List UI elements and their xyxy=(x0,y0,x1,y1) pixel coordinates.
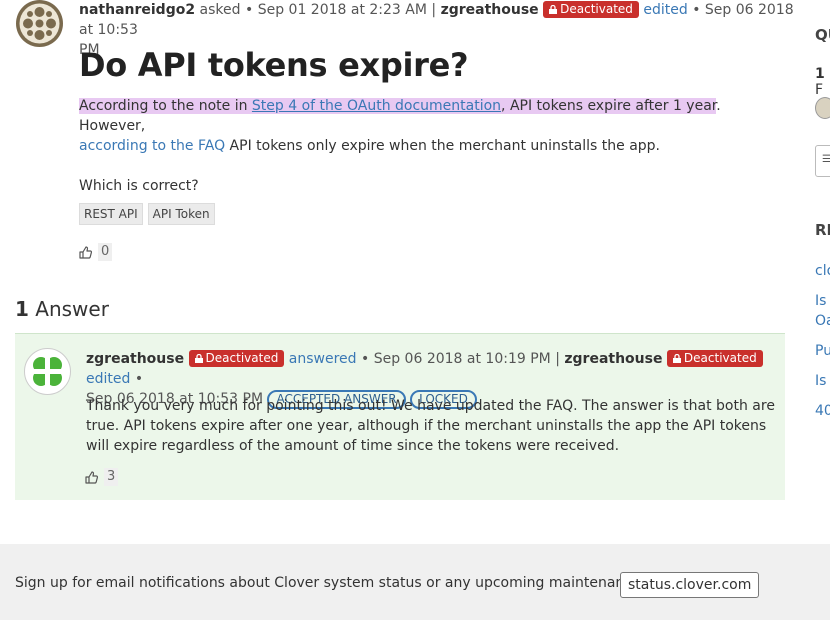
asked-label: asked xyxy=(199,2,241,18)
answer-count: 1 xyxy=(15,297,29,321)
answered-link[interactable]: answered xyxy=(289,351,357,367)
deactivated-badge-label: Deactivated xyxy=(205,351,279,365)
answers-heading: 1 Answer xyxy=(15,297,109,321)
related-link-2[interactable]: Is xyxy=(815,291,826,311)
question-vote: 0 xyxy=(79,243,113,261)
status-page-button[interactable]: status.clover.com xyxy=(620,572,760,598)
edited-link[interactable]: edited xyxy=(643,2,687,18)
deactivated-badge-label: Deactivated xyxy=(560,2,633,16)
faq-link[interactable]: according to the FAQ xyxy=(79,138,225,154)
editor-name[interactable]: zgreathouse xyxy=(441,2,539,18)
related-link-2b[interactable]: Oa xyxy=(815,311,830,331)
thumbs-up-icon[interactable] xyxy=(85,470,98,484)
question-body: According to the note in Step 4 of the O… xyxy=(79,96,769,216)
answerer-name[interactable]: zgreathouse xyxy=(86,351,184,367)
question-paragraph: According to the note in Step 4 of the O… xyxy=(79,96,769,156)
sidebar-stat: 1 F xyxy=(815,66,830,98)
rss-icon: ☰ xyxy=(822,154,830,165)
question-paragraph-2: Which is correct? xyxy=(79,178,199,194)
footer-text: Sign up for email notifications about Cl… xyxy=(15,575,646,591)
deactivated-badge: Deactivated xyxy=(188,350,285,367)
sidebar-rss-button[interactable]: ☰ xyxy=(815,145,830,177)
lock-icon xyxy=(549,5,558,14)
clover-logo-icon xyxy=(33,357,62,386)
answered-date: Sep 06 2018 at 10:19 PM xyxy=(373,351,551,367)
oauth-doc-link[interactable]: Step 4 of the OAuth documentation xyxy=(252,98,501,114)
sidebar-heading-question: QU xyxy=(815,26,830,44)
sidebar-heading-related: RE xyxy=(815,221,830,239)
answer-body: Thank you very much for pointing this ou… xyxy=(86,398,775,454)
sidebar-follower-avatar[interactable] xyxy=(815,97,830,119)
vote-count: 0 xyxy=(98,243,113,261)
tag-rest-api[interactable]: REST API xyxy=(79,203,143,225)
answer-label: Answer xyxy=(35,297,109,321)
deactivated-badge-label: Deactivated xyxy=(683,351,757,365)
question-title: Do API tokens expire? xyxy=(79,46,469,84)
lock-icon xyxy=(194,354,203,363)
answerer-avatar[interactable] xyxy=(24,348,71,395)
body-text-2: , API tokens expire after 1 year xyxy=(501,98,717,114)
asker-name[interactable]: nathanreidgo2 xyxy=(79,2,195,18)
answer-editor-name[interactable]: zgreathouse xyxy=(564,351,662,367)
lock-icon xyxy=(672,354,681,363)
deactivated-badge: Deactivated xyxy=(543,1,639,18)
footer: Sign up for email notifications about Cl… xyxy=(0,544,830,620)
related-link-4[interactable]: Is xyxy=(815,371,826,391)
asker-avatar[interactable] xyxy=(16,0,63,47)
related-link-5[interactable]: 40 xyxy=(815,401,830,421)
tag-list: REST API API Token xyxy=(79,203,215,225)
sidebar-stat-label: F xyxy=(815,82,824,98)
tag-api-token[interactable]: API Token xyxy=(147,203,215,225)
highlighted-text: According to the note in Step 4 of the O… xyxy=(79,98,717,114)
deactivated-badge: Deactivated xyxy=(666,350,763,367)
answer-edited-link[interactable]: edited xyxy=(86,371,130,387)
answer-item: zgreathouse Deactivated answered • Sep 0… xyxy=(15,333,785,500)
answer-vote-count: 3 xyxy=(104,468,119,486)
asked-date: Sep 01 2018 at 2:23 AM xyxy=(257,2,427,18)
body-text-4: API tokens only expire when the merchant… xyxy=(225,138,661,154)
sidebar-stat-number: 1 xyxy=(815,66,825,82)
related-link-3[interactable]: Pu xyxy=(815,341,830,361)
related-link-1[interactable]: clo xyxy=(815,261,830,281)
thumbs-up-icon[interactable] xyxy=(79,245,92,259)
body-text-1: According to the note in xyxy=(79,98,252,114)
answer-vote: 3 xyxy=(85,468,119,486)
